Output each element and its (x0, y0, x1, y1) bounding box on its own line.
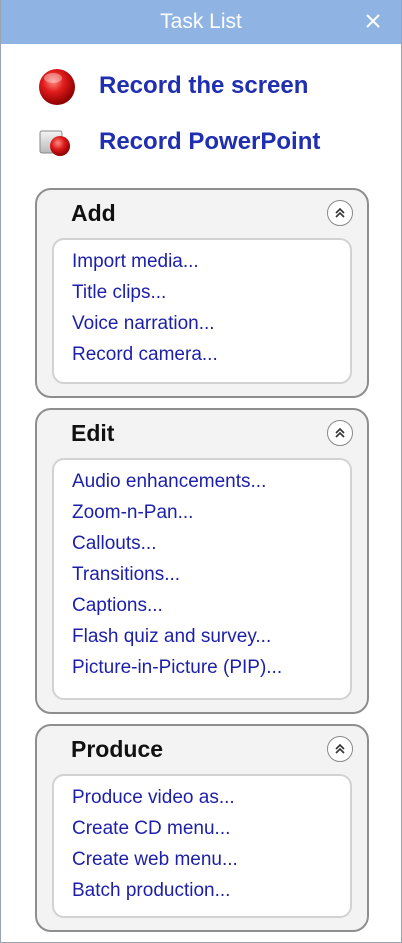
double-chevron-up-icon (335, 427, 345, 438)
group-add-header: Add (37, 190, 367, 238)
double-chevron-up-icon (335, 207, 345, 218)
group-edit-collapse-button[interactable] (327, 420, 353, 446)
link-record-camera[interactable]: Record camera... (72, 339, 350, 370)
group-add-title: Add (71, 200, 116, 226)
link-create-web-menu[interactable]: Create web menu... (72, 844, 350, 875)
group-edit-title: Edit (71, 420, 115, 446)
link-transitions[interactable]: Transitions... (72, 559, 350, 590)
link-audio-enhancements[interactable]: Audio enhancements... (72, 466, 350, 497)
link-callouts[interactable]: Callouts... (72, 528, 350, 559)
group-add-collapse-button[interactable] (327, 200, 353, 226)
record-screen-icon (37, 66, 81, 106)
link-title-clips[interactable]: Title clips... (72, 277, 350, 308)
group-edit-body: Audio enhancements... Zoom-n-Pan... Call… (52, 458, 352, 700)
group-produce-body: Produce video as... Create CD menu... Cr… (52, 774, 352, 918)
task-list-panel: Task List Record the screen Record Power… (0, 0, 402, 943)
link-voice-narration[interactable]: Voice narration... (72, 308, 350, 339)
group-produce: Produce Produce video as... Create CD me… (35, 724, 369, 932)
group-add: Add Import media... Title clips... Voice… (35, 188, 369, 398)
link-create-cd-menu[interactable]: Create CD menu... (72, 813, 350, 844)
panel-title: Task List (160, 10, 242, 33)
group-produce-collapse-button[interactable] (327, 736, 353, 762)
record-screen-button[interactable]: Record the screen (37, 66, 308, 106)
record-screen-label: Record the screen (99, 72, 309, 99)
link-import-media[interactable]: Import media... (72, 246, 350, 277)
group-add-body: Import media... Title clips... Voice nar… (52, 238, 352, 384)
record-powerpoint-icon (37, 122, 81, 162)
record-powerpoint-button[interactable]: Record PowerPoint (37, 122, 320, 162)
link-zoom-n-pan[interactable]: Zoom-n-Pan... (72, 497, 350, 528)
link-produce-video[interactable]: Produce video as... (72, 782, 350, 813)
link-captions[interactable]: Captions... (72, 590, 350, 621)
group-edit-header: Edit (37, 410, 367, 458)
group-produce-title: Produce (71, 736, 164, 762)
title-bar: Task List (1, 0, 401, 44)
record-powerpoint-label: Record PowerPoint (99, 128, 321, 155)
close-icon (366, 14, 380, 28)
link-picture-in-picture[interactable]: Picture-in-Picture (PIP)... (72, 652, 350, 683)
close-button[interactable] (359, 7, 387, 35)
group-produce-header: Produce (37, 726, 367, 774)
group-edit: Edit Audio enhancements... Zoom-n-Pan...… (35, 408, 369, 714)
link-flash-quiz[interactable]: Flash quiz and survey... (72, 621, 350, 652)
double-chevron-up-icon (335, 743, 345, 754)
link-batch-production[interactable]: Batch production... (72, 875, 350, 906)
